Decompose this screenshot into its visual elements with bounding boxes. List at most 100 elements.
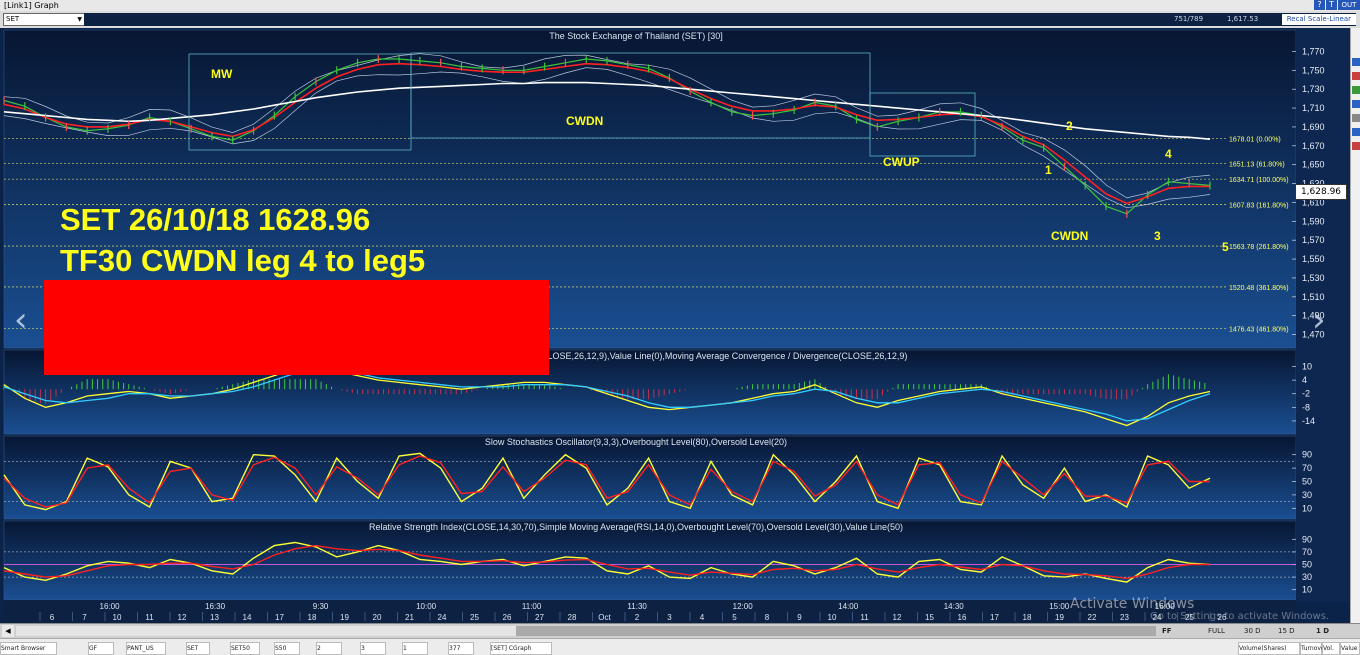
y-tick-label: 1,730: [1302, 84, 1325, 94]
fib-label: 1520.48 (361.80%): [1229, 285, 1289, 292]
x-date-label: 8: [765, 613, 770, 622]
headline-date-price: SET 26/10/18 1628.96: [60, 202, 371, 237]
tool-icon[interactable]: [1352, 142, 1360, 150]
tool-icon[interactable]: [1352, 100, 1360, 108]
wave-label-2: 2: [1066, 119, 1073, 133]
value-field: Value: [1340, 642, 1360, 655]
pane-3-title: Relative Strength Index(CLOSE,14,30,70),…: [369, 522, 903, 532]
x-date-label: 17: [275, 613, 284, 622]
y-tick-label: -14: [1302, 416, 1315, 426]
x-time-label: 10:00: [416, 602, 437, 611]
fib-label: 1476.43 (461.80%): [1229, 326, 1289, 333]
status-bar: Smart Browser GF PANT_US SET SET50 S50 2…: [0, 638, 1360, 655]
tab-3[interactable]: 3: [360, 642, 386, 655]
x-date-label: 21: [405, 613, 414, 622]
fib-label: 1634.71 (100.00%): [1229, 177, 1289, 184]
x-date-label: 27: [535, 613, 544, 622]
y-tick-label: 4: [1302, 375, 1307, 385]
x-date-label: 11: [860, 613, 869, 622]
x-date-label: 20: [373, 613, 382, 622]
turnover-field: Turnover: [1300, 642, 1327, 655]
side-tool-panel: [1350, 28, 1360, 626]
x-date-label: 23: [1120, 613, 1129, 622]
tool-icon[interactable]: [1352, 86, 1360, 94]
x-date-label: 12: [178, 613, 187, 622]
y-tick-label: 30: [1302, 572, 1312, 582]
x-date-label: Oct: [598, 613, 611, 622]
volume-shares-field: Volume(Shares): [1238, 642, 1300, 655]
tab-smart-browser[interactable]: Smart Browser: [0, 642, 57, 655]
x-date-label: 19: [1055, 613, 1064, 622]
period-15d-button[interactable]: 15 D: [1276, 625, 1297, 637]
x-date-label: 15: [925, 613, 934, 622]
y-tick-label: 1,670: [1302, 141, 1325, 151]
x-date-label: 7: [82, 613, 87, 622]
tab-gf[interactable]: GF: [88, 642, 114, 655]
wave-label-1: 1: [1045, 163, 1052, 177]
tab-set50[interactable]: SET50: [230, 642, 260, 655]
activation-watermark-sub: Go to Settings to activate Windows.: [1150, 611, 1330, 622]
x-date-label: 28: [568, 613, 577, 622]
x-time-label: 16:30: [205, 602, 226, 611]
scrollbar-track[interactable]: [16, 626, 1156, 636]
time-scrollbar-row: ◀ FF FULL 30 D 15 D 1 D: [0, 623, 1360, 638]
activation-watermark: Activate Windows: [1070, 596, 1195, 612]
scrollbar-thumb[interactable]: [516, 626, 1156, 636]
x-date-label: 2: [635, 613, 640, 622]
x-date-label: 16: [958, 613, 967, 622]
tab-377[interactable]: 377: [448, 642, 474, 655]
next-arrow-icon[interactable]: ›: [1312, 300, 1326, 340]
x-date-label: 18: [308, 613, 317, 622]
headline-timeframe: TF30 CWDN leg 4 to leg5: [60, 243, 426, 278]
y-tick-label: 90: [1302, 534, 1312, 544]
x-date-label: 5: [732, 613, 737, 622]
tool-icon[interactable]: [1352, 72, 1360, 80]
y-tick-label: 1,770: [1302, 46, 1325, 56]
x-time-label: 12:00: [733, 602, 754, 611]
tool-icon[interactable]: [1352, 58, 1360, 66]
fib-label: 1563.78 (261.80%): [1229, 244, 1289, 251]
period-30d-button[interactable]: 30 D: [1242, 625, 1263, 637]
period-1d-button[interactable]: 1 D: [1314, 625, 1331, 637]
tab-pant-us[interactable]: PANT_US: [126, 642, 166, 655]
y-tick-label: 70: [1302, 547, 1312, 557]
fib-label: 1651.13 (61.80%): [1229, 162, 1285, 169]
x-date-label: 10: [828, 613, 837, 622]
y-tick-label: -2: [1302, 389, 1310, 399]
wave-label-5: 5: [1222, 240, 1229, 254]
x-date-label: 22: [1088, 613, 1097, 622]
tab-2[interactable]: 2: [316, 642, 342, 655]
x-time-label: 16:00: [100, 602, 121, 611]
x-date-label: 9: [797, 613, 802, 622]
y-tick-label: 10: [1302, 362, 1312, 372]
tab-s50[interactable]: S50: [274, 642, 300, 655]
label-cwup: CWUP: [883, 155, 920, 169]
tool-icon[interactable]: [1352, 114, 1360, 122]
tab-set-cgraph[interactable]: [SET] CGraph: [490, 642, 552, 655]
wave-label-4: 4: [1165, 147, 1172, 161]
full-button[interactable]: FULL: [1206, 625, 1227, 637]
tab-set[interactable]: SET: [186, 642, 210, 655]
ff-button[interactable]: FF: [1160, 625, 1174, 637]
x-time-label: 14:00: [838, 602, 859, 611]
pane-3-area: [3, 520, 1297, 601]
scroll-left-icon[interactable]: ◀: [2, 625, 14, 637]
y-tick-label: 1,750: [1302, 65, 1325, 75]
x-date-label: 6: [50, 613, 55, 622]
y-tick-label: 10: [1302, 585, 1312, 595]
tool-icon[interactable]: [1352, 128, 1360, 136]
tab-1[interactable]: 1: [402, 642, 428, 655]
x-date-label: 11: [145, 613, 154, 622]
label-cwdn-2: CWDN: [1051, 229, 1089, 243]
y-tick-label: 1,650: [1302, 160, 1325, 170]
x-date-label: 19: [340, 613, 349, 622]
y-tick-label: 1,550: [1302, 254, 1325, 264]
x-date-label: 3: [667, 613, 672, 622]
prev-arrow-icon[interactable]: ‹: [14, 300, 28, 340]
y-tick-label: 1,570: [1302, 235, 1325, 245]
x-time-label: 15:00: [1049, 602, 1070, 611]
y-tick-label: 50: [1302, 560, 1312, 570]
x-date-label: 12: [893, 613, 902, 622]
x-time-label: 11:00: [522, 602, 542, 611]
fib-label: 1678.01 (0.00%): [1229, 136, 1281, 143]
